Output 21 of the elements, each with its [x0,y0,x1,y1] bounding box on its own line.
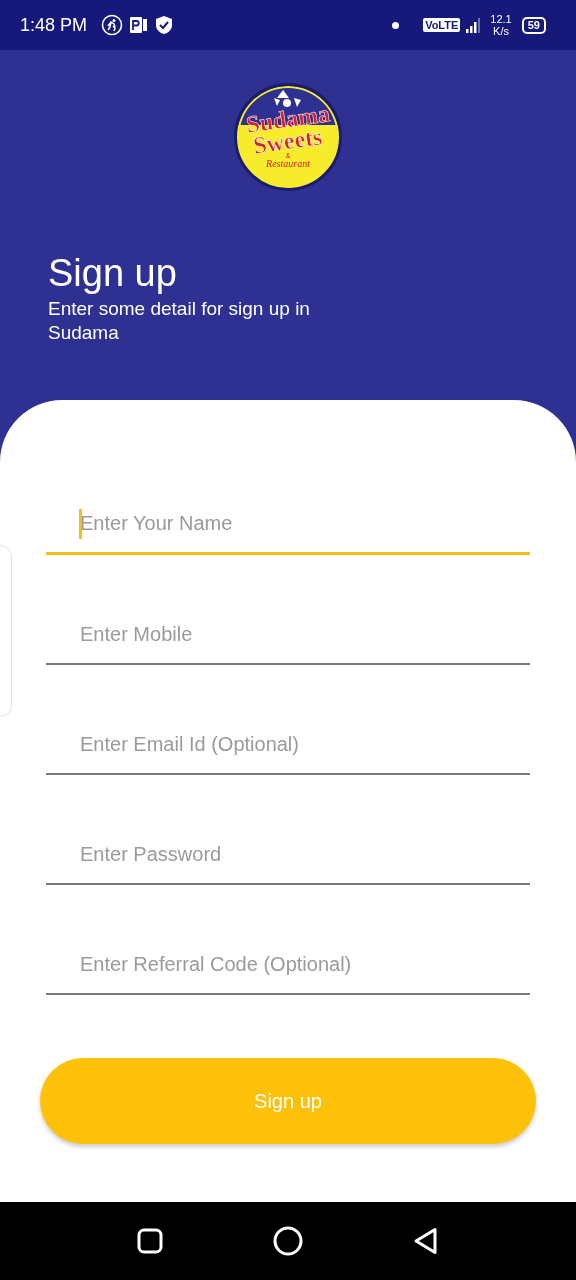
network-speed: 12.1 K/s [490,13,512,37]
running-figure-icon [101,14,124,36]
input-field[interactable]: Enter Email Id (Optional) [46,715,530,775]
input-field[interactable]: Enter Referral Code (Optional) [46,935,530,995]
status-time: 1:48 PM [20,14,88,36]
page-subtitle: Enter some detail for sign up in Sudama [48,297,310,345]
sign-up-button[interactable]: Sign up [40,1058,536,1144]
parking-app-icon [129,15,150,35]
shield-check-icon [155,15,174,35]
page-title: Sign up [48,251,178,295]
text-cursor [79,509,82,539]
input-field[interactable]: Enter Password [46,825,530,885]
network-badge: VoLTE [423,18,461,32]
notification-dot-icon [392,21,400,29]
signal-icon [466,17,481,33]
recents-icon[interactable] [137,1228,163,1254]
back-icon[interactable] [413,1227,439,1255]
input-field[interactable]: Enter Your Name [46,495,530,555]
battery-indicator: 59 [521,16,546,34]
input-field[interactable]: Enter Mobile [46,605,530,665]
home-icon[interactable] [273,1226,303,1256]
